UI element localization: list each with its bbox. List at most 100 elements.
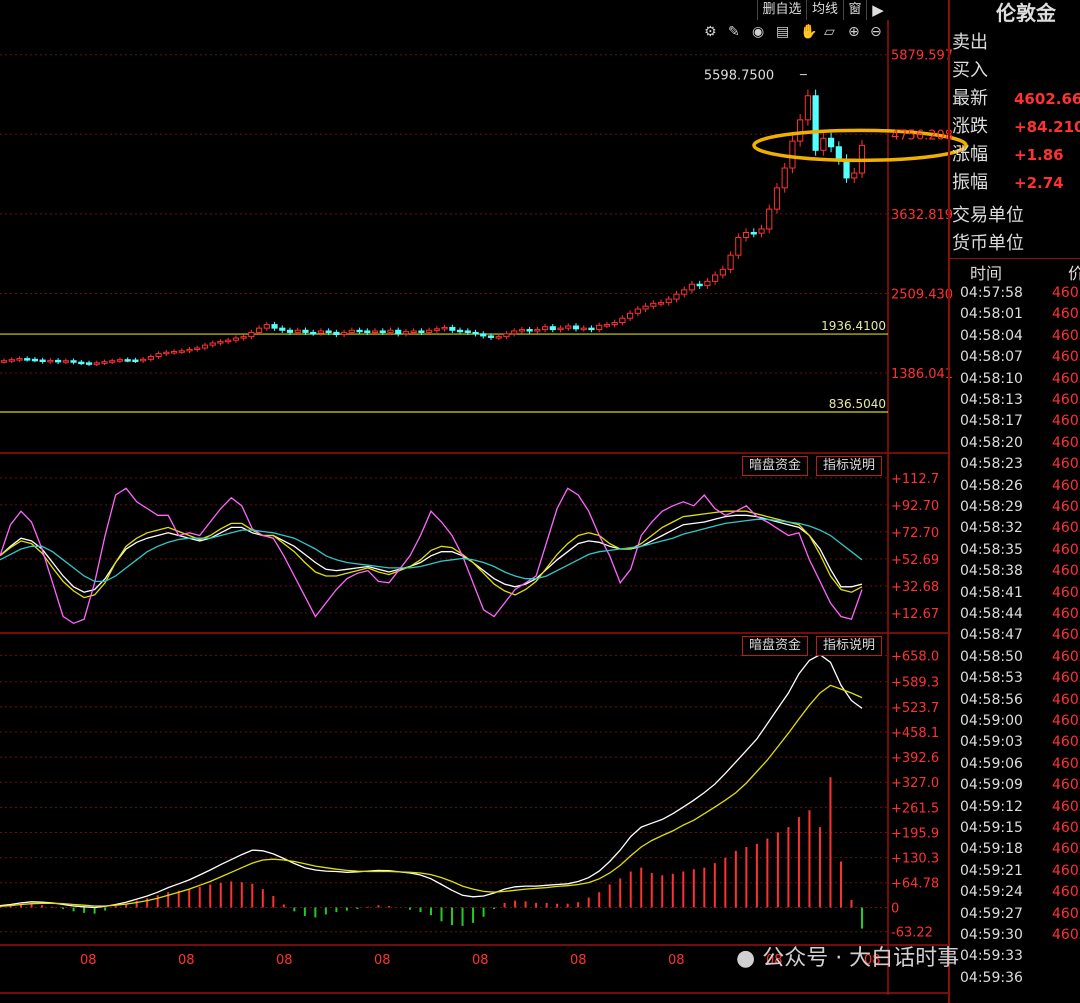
moving-average-button[interactable]: 均线 <box>806 0 843 20</box>
candle <box>263 324 270 329</box>
candle <box>789 140 796 169</box>
x-tick-label: 08 <box>276 953 293 968</box>
quote-row: 卖出 <box>952 29 1080 57</box>
macd-line <box>0 653 863 909</box>
unit-label: 交易单位 <box>952 205 1024 226</box>
candle <box>727 254 734 270</box>
candle <box>511 330 518 335</box>
tick-row: 04:58:26 4602 <box>960 476 1080 497</box>
tick-row: 04:58:50 4602 <box>960 647 1080 668</box>
candle <box>201 344 209 349</box>
candle <box>642 305 649 310</box>
tick-price: 4602 <box>1052 755 1080 772</box>
candle <box>240 336 247 339</box>
tick-price: 4603 <box>1052 606 1080 622</box>
tick-row: 04:58:44 4603 <box>960 604 1080 625</box>
tick-row: 04:59:24 4602 <box>960 882 1080 903</box>
tick-time: 04:58:47 <box>960 627 1023 644</box>
price-level-label: 836.5040 <box>829 397 886 411</box>
candle <box>0 360 8 363</box>
quote-label: 振幅 <box>952 172 988 193</box>
candle <box>255 327 263 333</box>
ticks-header-price: 价 <box>1068 264 1080 283</box>
tick-price: 4603 <box>1052 370 1080 387</box>
tick-row: 04:59:15 4602 <box>960 818 1080 839</box>
candle <box>333 331 340 336</box>
candle <box>464 330 471 333</box>
tick-time: 04:59:03 <box>960 734 1023 751</box>
tick-time: 04:58:10 <box>960 370 1023 387</box>
zoom-out-icon[interactable]: ⊖ <box>870 24 882 40</box>
indicator-help-button[interactable]: 指标说明 <box>816 456 882 476</box>
candle <box>456 329 464 333</box>
y-tick-label: +589.3 <box>891 676 939 691</box>
tick-row: 04:58:10 4603 <box>960 369 1080 390</box>
tick-row: 04:58:56 4602 <box>960 690 1080 711</box>
tick-row: 04:59:03 4602 <box>960 732 1080 753</box>
x-tick-label: 08 <box>570 953 587 968</box>
save-icon[interactable]: ▤ <box>776 24 789 40</box>
tick-time: 04:58:41 <box>960 584 1023 601</box>
delete-watchlist-button[interactable]: 删自选 <box>757 0 806 20</box>
tick-row: 04:59:21 4602 <box>960 861 1080 882</box>
tick-price: 4603 <box>1052 584 1080 601</box>
candle <box>116 359 124 362</box>
exit-icon[interactable]: ▶ <box>866 0 889 20</box>
window-button[interactable]: 窗 <box>843 0 866 20</box>
tick-row: 04:59:33 <box>960 946 1080 967</box>
candle <box>225 339 232 343</box>
pen-icon[interactable]: ✎ <box>728 24 740 40</box>
tick-row: 04:58:07 4603 <box>960 347 1080 368</box>
macd-indicator-chart[interactable] <box>0 653 863 929</box>
candle <box>433 328 440 331</box>
tick-time: 04:59:18 <box>960 841 1023 858</box>
tick-price: 4602 <box>1052 798 1080 815</box>
candle <box>712 274 719 282</box>
candle <box>209 342 216 346</box>
candle <box>302 329 309 333</box>
tick-time: 04:59:24 <box>960 884 1023 901</box>
tick-price: 4602 <box>1052 456 1080 473</box>
quote-row: 最新 4602.660 <box>952 85 1080 113</box>
tick-price: 4602 <box>1052 413 1080 430</box>
hand-icon[interactable]: ✋ <box>800 24 817 40</box>
tick-time: 04:58:53 <box>960 670 1023 687</box>
x-tick-label: 08 <box>80 953 97 968</box>
tick-time: 04:58:23 <box>960 456 1023 473</box>
quote-label: 涨幅 <box>952 144 988 165</box>
candle <box>55 359 62 363</box>
candle <box>186 348 193 352</box>
y-tick-label: +64.78 <box>891 877 939 892</box>
candle <box>78 361 85 365</box>
candle <box>851 172 858 179</box>
kdj-indicator-chart[interactable] <box>0 487 863 625</box>
candle <box>170 351 178 354</box>
candle <box>140 358 147 362</box>
candle <box>348 329 355 333</box>
tick-time: 04:58:07 <box>960 349 1023 366</box>
tick-price: 4603 <box>1052 349 1080 366</box>
candlestick-chart[interactable]: 1936.4100 836.5040 5598.7500 <box>0 69 968 413</box>
candle <box>101 361 108 364</box>
tick-price: 4602 <box>1052 713 1080 729</box>
dark-funds-button[interactable]: 暗盘资金 <box>742 456 808 476</box>
candle <box>619 317 626 323</box>
tick-row: 04:58:32 4602 <box>960 518 1080 539</box>
tick-price: 4603 <box>1052 285 1080 301</box>
candle <box>681 289 688 295</box>
candle <box>804 95 811 121</box>
x-tick-label: 08 <box>374 953 391 968</box>
eye-icon[interactable]: ◉ <box>752 24 764 40</box>
indicator-help-button[interactable]: 指标说明 <box>816 636 882 656</box>
zoom-in-icon[interactable]: ⊕ <box>848 24 860 40</box>
tick-time: 04:59:12 <box>960 798 1023 815</box>
tick-time: 04:58:29 <box>960 499 1023 515</box>
lock-icon[interactable]: ▱ <box>824 24 835 40</box>
tick-row: 04:58:38 4602 <box>960 561 1080 582</box>
candle <box>155 353 162 357</box>
candle <box>657 302 665 305</box>
candle <box>820 137 827 151</box>
dark-funds-button[interactable]: 暗盘资金 <box>742 636 808 656</box>
candle <box>441 326 448 330</box>
settings-icon[interactable]: ⚙ <box>704 24 717 40</box>
